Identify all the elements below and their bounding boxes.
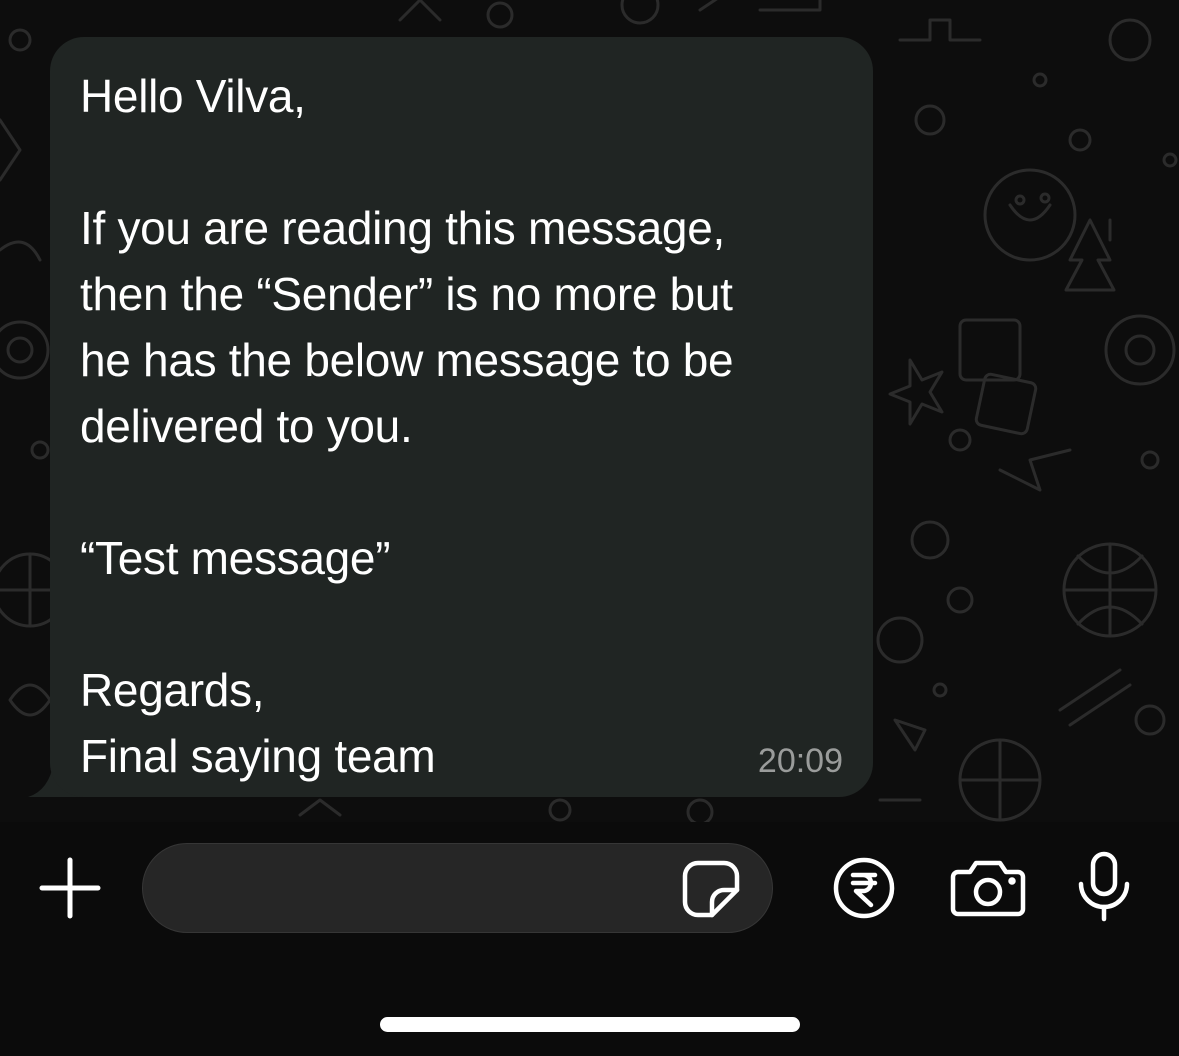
chat-area: Hello Vilva, If you are reading this mes… — [0, 0, 1179, 822]
camera-icon — [950, 860, 1026, 917]
payment-button[interactable] — [832, 856, 896, 920]
plus-icon — [39, 857, 101, 919]
message-text: Hello Vilva, If you are reading this mes… — [80, 70, 734, 782]
rupee-icon — [833, 857, 895, 919]
attach-button[interactable] — [38, 856, 102, 920]
message-input[interactable] — [142, 843, 773, 933]
sticker-button[interactable] — [682, 860, 740, 918]
received-message-bubble[interactable]: Hello Vilva, If you are reading this mes… — [50, 37, 873, 797]
home-indicator[interactable] — [380, 1017, 800, 1032]
microphone-icon — [1078, 851, 1130, 922]
sticker-icon — [682, 860, 740, 918]
voice-message-button[interactable] — [1076, 851, 1132, 923]
message-timestamp: 20:09 — [757, 742, 843, 780]
camera-button[interactable] — [950, 858, 1026, 918]
